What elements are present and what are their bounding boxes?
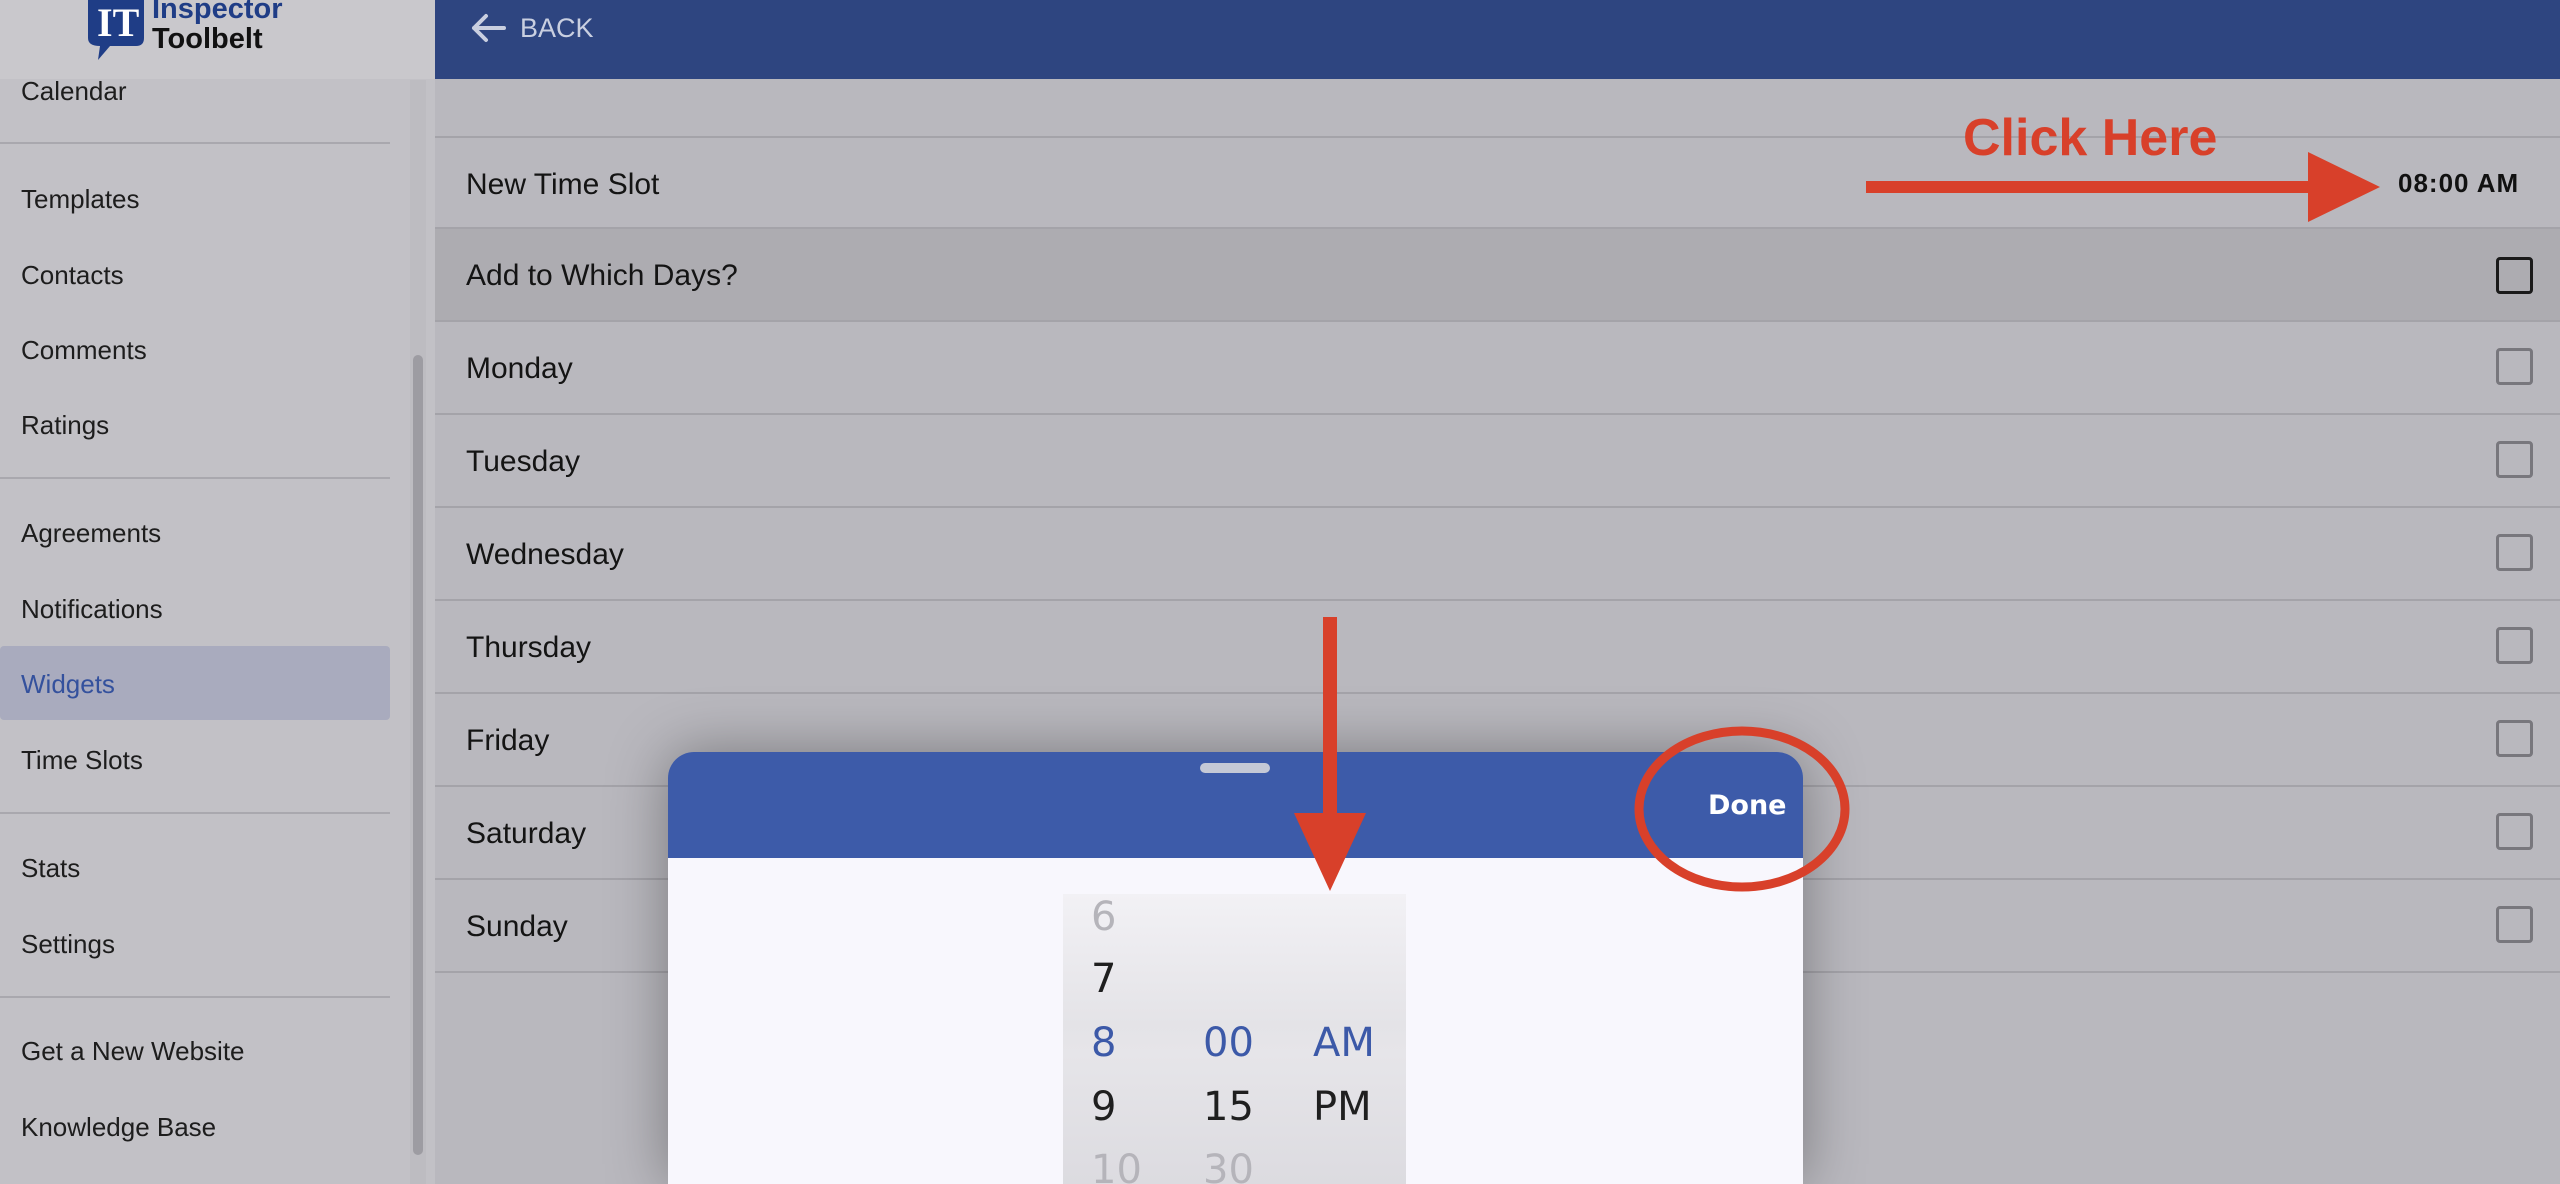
- tuesday-checkbox[interactable]: [2496, 441, 2533, 478]
- top-bar: [435, 0, 2560, 79]
- arrow-right-annotation-icon: [1866, 152, 2380, 222]
- logo-text: Inspector Toolbelt: [152, 0, 283, 54]
- time-wheel[interactable]: 6 7 8 9 10 00 15 30 AM PM: [1063, 894, 1406, 1184]
- sidebar-divider: [0, 812, 390, 814]
- thursday-checkbox[interactable]: [2496, 627, 2533, 664]
- day-label: Sunday: [466, 910, 568, 943]
- day-row-monday[interactable]: Monday: [435, 322, 2560, 415]
- hour-option[interactable]: 6: [1091, 894, 1116, 940]
- sidebar-scrollbar-thumb[interactable]: [413, 355, 423, 1155]
- day-label: Tuesday: [466, 445, 580, 478]
- sidebar-item-settings[interactable]: Settings: [0, 913, 390, 975]
- sidebar-divider: [0, 996, 390, 998]
- day-label: Wednesday: [466, 538, 624, 571]
- monday-checkbox[interactable]: [2496, 348, 2533, 385]
- day-label: Monday: [466, 352, 573, 385]
- sidebar-item-stats[interactable]: Stats: [0, 837, 390, 899]
- picker-body: 6 7 8 9 10 00 15 30 AM PM: [668, 858, 1803, 1184]
- sidebar-item-contacts[interactable]: Contacts: [0, 244, 390, 306]
- sidebar-item-calendar[interactable]: Calendar: [0, 60, 390, 122]
- svg-text:IT: IT: [97, 0, 140, 45]
- logo-line-2: Toolbelt: [152, 23, 263, 55]
- logo-icon: IT: [88, 0, 144, 60]
- sidebar-item-knowledge-base[interactable]: Knowledge Base: [0, 1096, 390, 1158]
- days-header-row: Add to Which Days?: [435, 229, 2560, 322]
- day-label: Saturday: [466, 817, 587, 850]
- day-row-wednesday[interactable]: Wednesday: [435, 508, 2560, 601]
- minute-option[interactable]: 15: [1203, 1084, 1254, 1130]
- hour-option[interactable]: 10: [1091, 1147, 1142, 1184]
- days-header-label: Add to Which Days?: [466, 259, 738, 292]
- sidebar-item-templates[interactable]: Templates: [0, 168, 390, 230]
- back-label: BACK: [520, 12, 594, 43]
- time-slot-label: New Time Slot: [466, 168, 660, 201]
- minute-option-selected[interactable]: 00: [1203, 1020, 1254, 1066]
- friday-checkbox[interactable]: [2496, 720, 2533, 757]
- day-row-thursday[interactable]: Thursday: [435, 601, 2560, 694]
- sidebar-divider: [0, 142, 390, 144]
- logo-line-1: Inspector: [152, 0, 283, 25]
- sunday-checkbox[interactable]: [2496, 906, 2533, 943]
- sidebar-item-comments[interactable]: Comments: [0, 319, 390, 381]
- sidebar-item-new-website[interactable]: Get a New Website: [0, 1020, 390, 1082]
- period-option-selected[interactable]: AM: [1313, 1020, 1375, 1066]
- time-slot-value[interactable]: 08:00 AM: [2398, 168, 2519, 199]
- sidebar-item-ratings[interactable]: Ratings: [0, 394, 390, 456]
- day-label: Thursday: [466, 631, 592, 664]
- sidebar: IT Inspector Toolbelt Calendar Templates…: [0, 0, 435, 1184]
- sidebar-item-widgets[interactable]: Widgets: [0, 646, 390, 720]
- select-all-days-checkbox[interactable]: [2496, 257, 2533, 294]
- day-row-tuesday[interactable]: Tuesday: [435, 415, 2560, 508]
- sidebar-divider: [0, 477, 390, 479]
- highlight-circle-annotation-icon: [1634, 726, 1850, 892]
- arrow-down-annotation-icon: [1294, 617, 1366, 891]
- sidebar-item-time-slots[interactable]: Time Slots: [0, 729, 390, 791]
- hour-option[interactable]: 7: [1091, 956, 1116, 1002]
- saturday-checkbox[interactable]: [2496, 813, 2533, 850]
- period-option[interactable]: PM: [1313, 1084, 1372, 1130]
- hour-option[interactable]: 9: [1091, 1084, 1116, 1130]
- hour-option-selected[interactable]: 8: [1091, 1020, 1116, 1066]
- sheet-grabber[interactable]: [1200, 763, 1270, 773]
- sidebar-item-notifications[interactable]: Notifications: [0, 578, 390, 640]
- sidebar-item-agreements[interactable]: Agreements: [0, 502, 390, 564]
- day-label: Friday: [466, 724, 550, 757]
- back-button[interactable]: BACK: [470, 8, 594, 48]
- minute-option[interactable]: 30: [1203, 1147, 1254, 1184]
- arrow-left-icon: [472, 14, 506, 42]
- wednesday-checkbox[interactable]: [2496, 534, 2533, 571]
